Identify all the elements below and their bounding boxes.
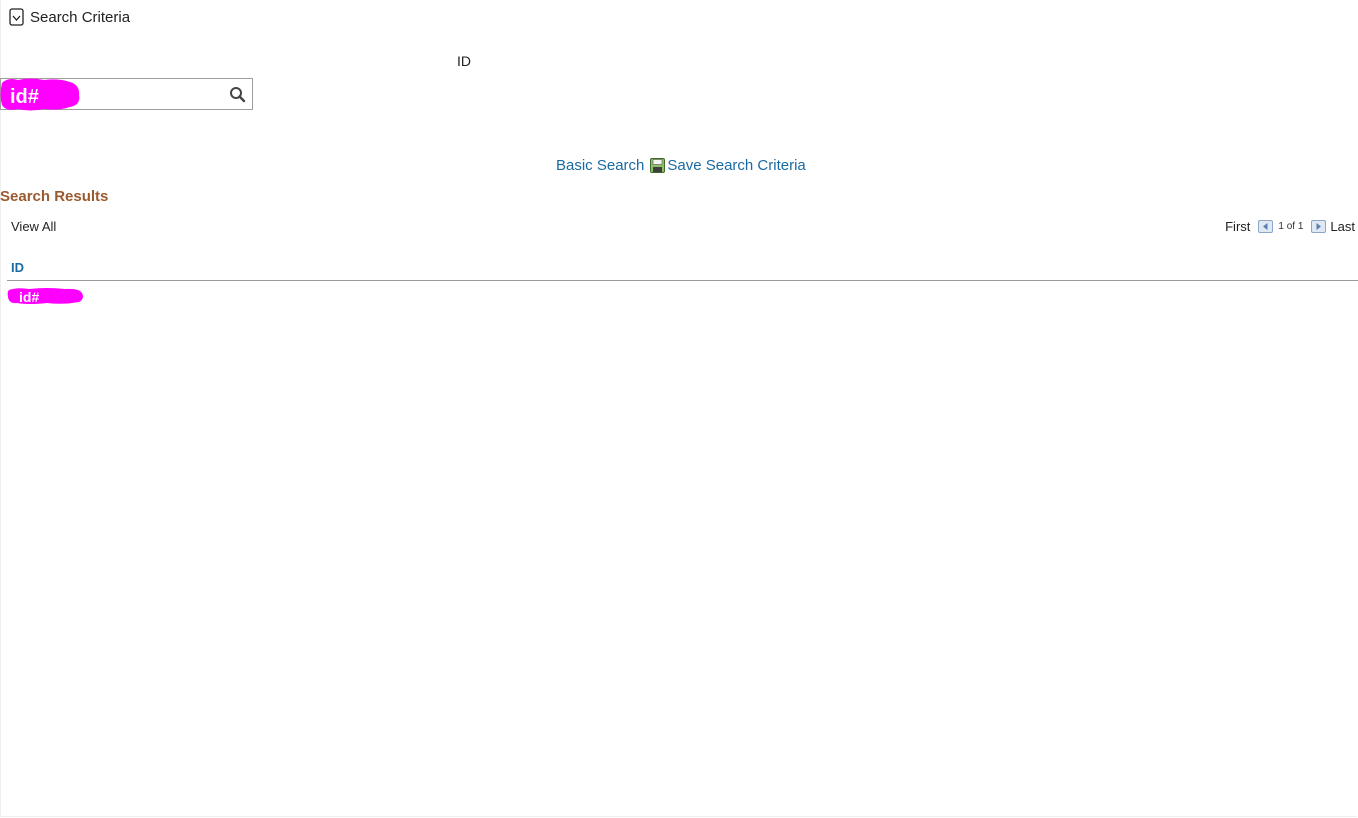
pager: First 1 of 1 Last [1225,219,1355,234]
id-field-label: ID [457,53,471,69]
save-search-criteria-link[interactable]: Save Search Criteria [667,157,805,174]
search-criteria-header[interactable]: Search Criteria [9,8,130,26]
page-frame [0,0,1357,817]
pager-count: 1 of 1 [1278,221,1304,232]
arrow-left-icon[interactable] [1258,220,1274,233]
svg-text:id#: id# [10,86,39,108]
search-links: Basic Search Save Search Criteria [556,157,806,174]
view-all-link[interactable]: View All [11,219,56,234]
arrow-right-icon[interactable] [1311,220,1327,233]
search-icon[interactable] [226,83,248,105]
basic-search-link[interactable]: Basic Search [556,157,644,174]
id-input[interactable] [81,81,225,109]
table-row[interactable]: id# [7,287,84,305]
collapse-icon[interactable] [9,8,24,26]
search-criteria-title: Search Criteria [30,8,131,26]
grid-header-divider [7,280,1358,281]
pager-last[interactable]: Last [1330,219,1355,234]
svg-text:id#: id# [19,289,39,305]
floppy-disk-icon[interactable] [650,158,666,173]
search-results-title: Search Results [0,188,109,205]
redacted-id-label: id# [0,78,80,111]
column-header-id[interactable]: ID [11,260,24,275]
redacted-id-value: id# [7,288,84,305]
pager-first[interactable]: First [1225,219,1250,234]
